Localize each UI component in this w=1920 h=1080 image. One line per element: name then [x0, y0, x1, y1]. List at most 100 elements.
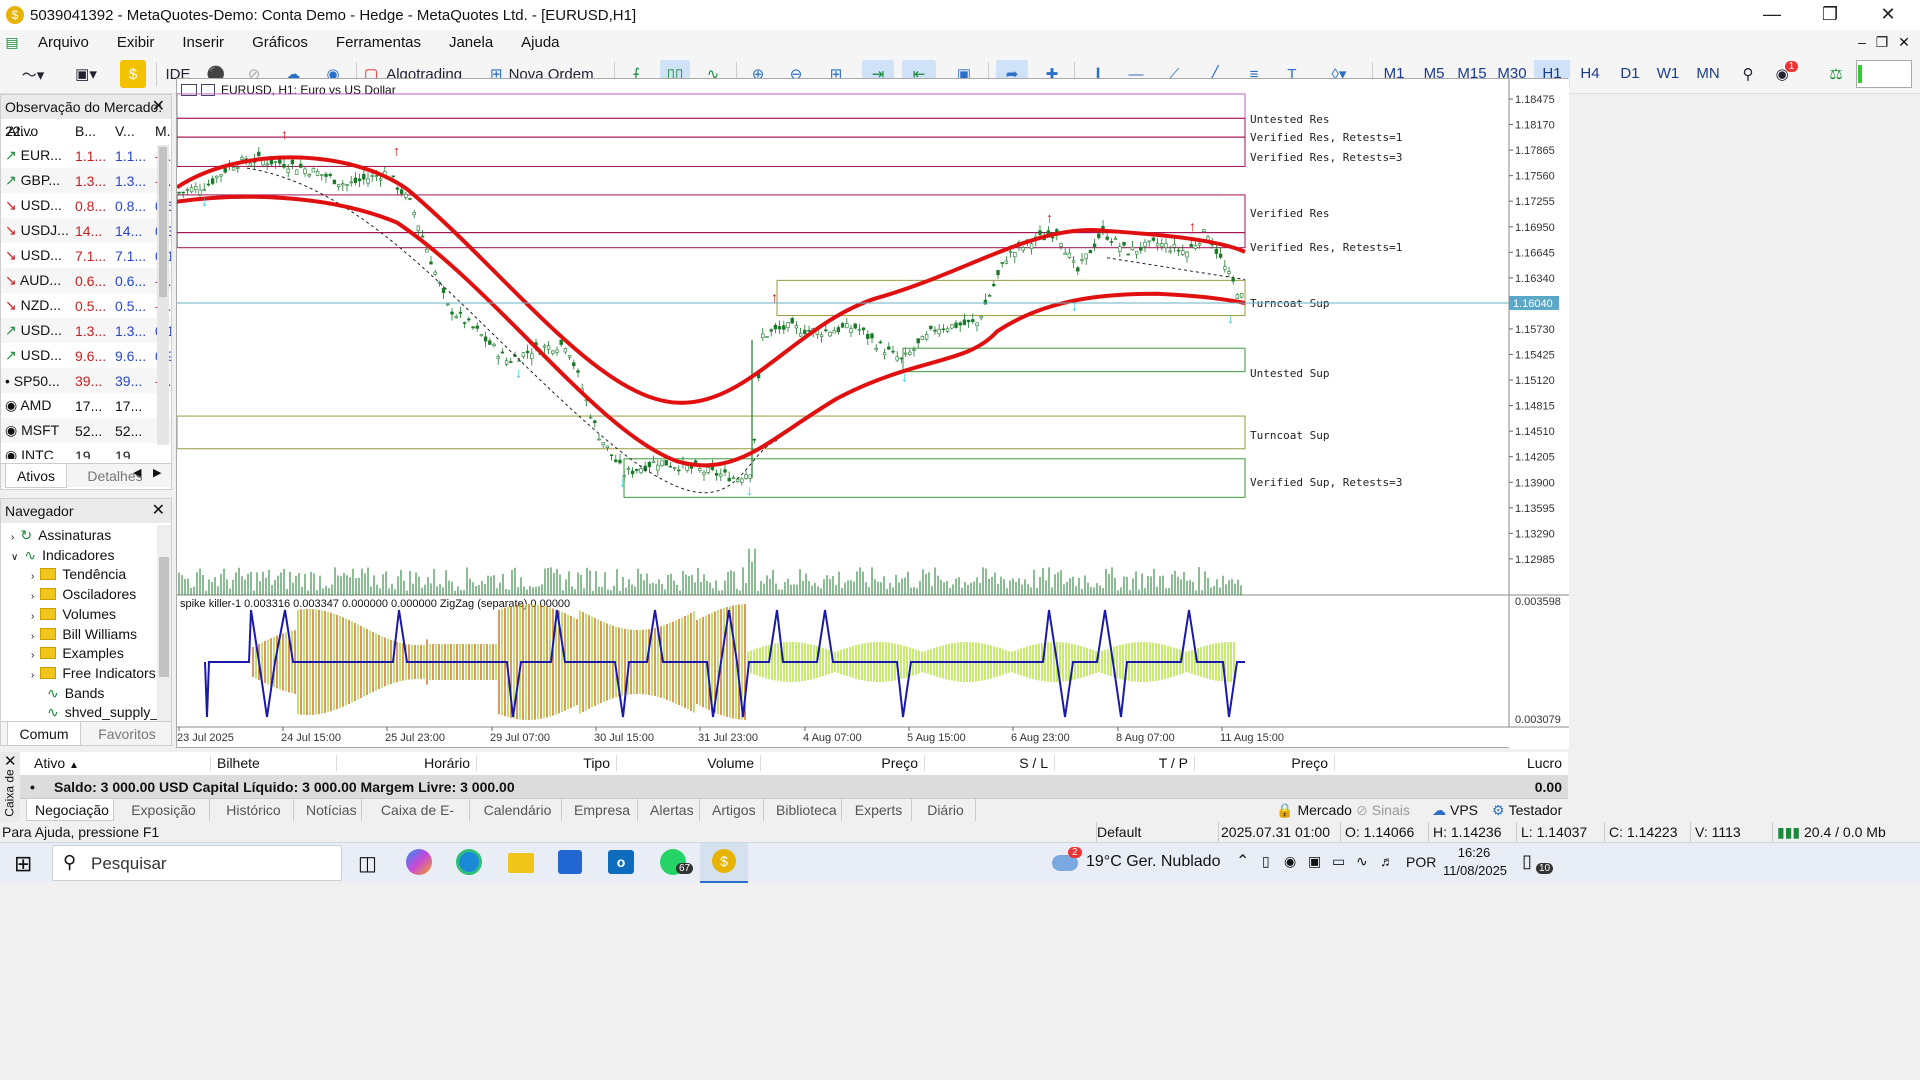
expand-arrow-icon[interactable]: › [31, 611, 34, 622]
wifi-icon[interactable]: ∿ [1356, 853, 1368, 870]
task-view-icon[interactable]: ◫ [358, 851, 377, 876]
market-watch-row[interactable]: • SP50...39...39...-0... [1, 368, 171, 393]
expand-arrow-icon[interactable]: ∨ [11, 552, 18, 563]
tab-favoritos[interactable]: Favoritos [87, 722, 167, 746]
tf-h4[interactable]: H4 [1572, 60, 1608, 88]
strategy-tester-icon[interactable]: ⚖ [1826, 60, 1846, 88]
market-watch-row[interactable]: ↘ NZD...0.5...0.5...-0... [1, 293, 171, 318]
tab-comum[interactable]: Comum [7, 722, 81, 746]
mdi-close-icon[interactable]: ✕ [1894, 30, 1914, 54]
expand-arrow-icon[interactable]: › [31, 670, 34, 681]
menu-janela[interactable]: Janela [435, 34, 507, 51]
battery-icon[interactable]: ▭ [1332, 853, 1345, 870]
navigator-close-icon[interactable]: ✕ [152, 499, 165, 523]
tray-display-icon[interactable]: ▣ [1308, 853, 1321, 870]
col-horario[interactable]: Horário [336, 755, 476, 771]
status-profile[interactable]: Default [1096, 822, 1216, 842]
tray-chevron-icon[interactable]: ⌃ [1236, 851, 1249, 871]
terminal-tab[interactable]: Alertas [642, 799, 700, 821]
clock-time[interactable]: 16:26 [1446, 845, 1502, 860]
col-bid[interactable]: B... [73, 119, 113, 143]
terminal-tab[interactable]: Notícias [298, 799, 362, 821]
terminal-right-tab[interactable]: 🔒 Mercado [1276, 802, 1352, 819]
maximize-button[interactable]: ❐ [1802, 0, 1858, 30]
tab-prev-icon[interactable]: ◀ [133, 466, 141, 479]
terminal-tab[interactable]: Histórico [214, 799, 294, 821]
market-watch-row[interactable]: ◉ AMD 17... 17... [1, 393, 171, 418]
col-tipo[interactable]: Tipo [476, 755, 616, 771]
price-chart[interactable]: 1.18475 1.18170 1.17865 1.17560 1.17255 1.169… [177, 79, 1569, 749]
terminal-tab[interactable]: Caixa de E-mail [366, 799, 470, 840]
copilot-icon[interactable] [406, 849, 432, 875]
tray-meet-icon[interactable]: ◉ [1284, 853, 1296, 870]
store-icon[interactable] [558, 850, 582, 874]
terminal-tab[interactable]: Exposição [118, 799, 210, 821]
clock-date[interactable]: 11/08/2025 [1440, 863, 1510, 878]
terminal-tab[interactable]: Empresa [566, 799, 638, 821]
market-watch-row[interactable]: ↘ USDJ...14...14...0.3... [1, 218, 171, 243]
market-watch-close-icon[interactable]: ✕ [152, 95, 165, 119]
mdi-restore-icon[interactable]: ❐ [1872, 30, 1892, 54]
language-indicator[interactable]: POR [1406, 854, 1436, 870]
terminal-right-tab[interactable]: ⊘ Sinais [1356, 802, 1410, 819]
market-watch-scrollbar[interactable] [157, 145, 169, 445]
navigator-scrollbar[interactable] [157, 525, 171, 721]
market-watch-row[interactable]: ↘ USD...7.1...7.1...0.1... [1, 243, 171, 268]
market-watch-row[interactable]: ↗ EUR...1.1...1.1...-0... [1, 143, 171, 168]
mdi-minimize-icon[interactable]: – [1852, 30, 1872, 54]
menu-ferramentas[interactable]: Ferramentas [322, 34, 435, 51]
market-watch-row[interactable]: ◉ MSFT 52... 52... [1, 418, 171, 443]
tf-mn[interactable]: MN [1690, 60, 1726, 88]
menu-exibir[interactable]: Exibir [103, 34, 169, 51]
chart-template-icon[interactable]: ▣▾ [64, 60, 108, 88]
terminal-tab[interactable]: Calendário [474, 799, 562, 821]
chart-window[interactable]: EURUSD, H1: Euro vs US Dollar 1.18475 1.1… [176, 78, 1569, 749]
app-menu-icon[interactable]: ▤ [0, 30, 24, 54]
market-watch-row[interactable]: ↗ USD...9.6...9.6...0.9... [1, 343, 171, 368]
col-bilhete[interactable]: Bilhete [210, 755, 336, 771]
market-watch-row[interactable]: ◉ INTC 19... 19... [1, 443, 171, 459]
col-lucro[interactable]: Lucro [1334, 755, 1566, 771]
market-watch-row[interactable]: ↗ USD...1.3...1.3...0.1... [1, 318, 171, 343]
dollar-icon[interactable]: $ [120, 60, 146, 88]
close-button[interactable]: ✕ [1860, 0, 1916, 30]
weather-icon[interactable]: 2 [1052, 847, 1082, 875]
tray-device-icon[interactable]: ▯ [1262, 853, 1270, 870]
notifications-icon[interactable]: ◉ 1 [1772, 60, 1806, 88]
menu-ajuda[interactable]: Ajuda [507, 34, 573, 51]
terminal-tab[interactable]: Experts [846, 799, 912, 821]
outlook-icon[interactable]: o [608, 850, 634, 874]
taskbar-search[interactable]: ⚲ Pesquisar [52, 845, 342, 881]
col-ativo-header[interactable]: Ativo ▲ [34, 755, 79, 771]
col-ativo[interactable]: Ativo [1, 119, 73, 143]
expand-arrow-icon[interactable]: › [11, 532, 14, 543]
terminal-right-tab[interactable]: ⚙ Testador [1492, 802, 1562, 819]
tab-ativos[interactable]: Ativos [5, 464, 67, 488]
weather-text[interactable]: 19°C Ger. Nublado [1086, 853, 1220, 871]
notification-center-icon[interactable]: ▯ [1522, 851, 1532, 872]
tf-d1[interactable]: D1 [1612, 60, 1648, 88]
expand-arrow-icon[interactable]: › [31, 631, 34, 642]
terminal-tab[interactable]: Negociação [26, 799, 114, 821]
col-sl[interactable]: S / L [924, 755, 1054, 771]
terminal-right-tab[interactable]: ☁ VPS [1432, 802, 1478, 819]
market-watch-row[interactable]: ↗ GBP...1.3...1.3...-0... [1, 168, 171, 193]
col-change[interactable]: M... [153, 119, 171, 143]
col-ask[interactable]: V... [113, 119, 153, 143]
market-watch-row[interactable]: ↘ AUD...0.6...0.6...-0... [1, 268, 171, 293]
terminal-tab[interactable]: Artigos [704, 799, 764, 821]
expand-arrow-icon[interactable]: › [31, 591, 34, 602]
line-chart-dropdown-icon[interactable]: 〜▾ [10, 60, 56, 88]
col-preco-atual[interactable]: Preço [1194, 755, 1334, 771]
terminal-tab[interactable]: Diário [916, 799, 976, 821]
menu-graficos[interactable]: Gráficos [238, 34, 322, 51]
expand-arrow-icon[interactable]: › [31, 650, 34, 661]
search-icon[interactable]: ⚲ [1734, 60, 1762, 88]
file-explorer-icon[interactable] [508, 853, 534, 873]
tf-w1[interactable]: W1 [1650, 60, 1686, 88]
tab-detalhes[interactable]: Detalhes [75, 464, 155, 488]
metatrader-taskbar-item[interactable]: $ [700, 843, 748, 883]
balance-row[interactable]: • Saldo: 3 000.00 USD Capital Líquido: 3… [20, 776, 1568, 798]
menu-inserir[interactable]: Inserir [168, 34, 238, 51]
col-volume[interactable]: Volume [616, 755, 760, 771]
